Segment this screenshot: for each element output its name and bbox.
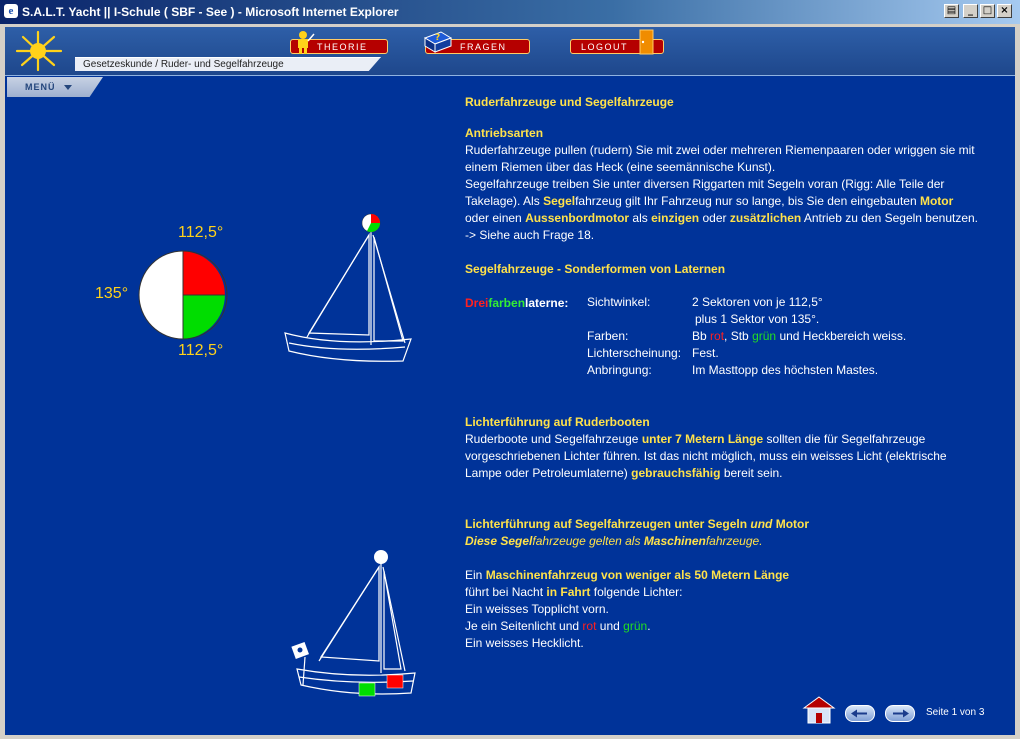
motor-line-5: Ein weisses Hecklicht. — [465, 636, 584, 650]
close-button[interactable]: × — [997, 4, 1012, 18]
menu-label: MENÜ — [25, 82, 56, 92]
motor-heading: Lichterführung auf Segelfahrzeugen unter… — [465, 517, 810, 531]
antrieb-line-3: Segelfahrzeuge treiben Sie unter diverse… — [465, 177, 945, 191]
lichterscheinung-value: Fest. — [692, 346, 719, 360]
sichtwinkel-value-1: 2 Sektoren von je 112,5° — [692, 295, 823, 309]
next-page-button[interactable] — [885, 705, 915, 722]
angle-label-bottom: 112,5° — [178, 342, 224, 359]
antrieb-line-2: einem Riemen über das Heck (eine seemänn… — [465, 160, 776, 174]
sector-light-diagram — [138, 250, 228, 340]
minimize-button[interactable]: _ — [963, 4, 978, 18]
door-exit-icon — [639, 29, 654, 55]
ruder-line-1: Ruderboote und Segelfahrzeuge unter 7 Me… — [465, 432, 926, 446]
antrieb-line-6: -> Siehe auch Frage 18. — [465, 228, 595, 242]
antrieb-line-5: oder einen Aussenbordmotor als einzigen … — [465, 211, 979, 225]
motor-subheading: Diese Segelfahrzeuge gelten als Maschine… — [465, 534, 763, 548]
motorsailer-illustration — [291, 550, 416, 697]
motor-line-4: Je ein Seitenlicht und rot und grün. — [465, 619, 651, 633]
top-navigation: THEORIE FRAGEN ? LOGOUT Gesetzeskunde / … — [5, 27, 1015, 76]
motor-line-1: Ein Maschinenfahrzeug von weniger als 50… — [465, 568, 790, 582]
svg-text:?: ? — [435, 33, 440, 43]
antrieb-line-4: Takelage). Als Segelfahrzeug gilt Ihr Fa… — [465, 194, 954, 208]
sichtwinkel-label: Sichtwinkel: — [587, 295, 651, 309]
sichtwinkel-value-2: plus 1 Sektor von 135°. — [695, 312, 820, 326]
breadcrumb: Gesetzeskunde / Ruder- und Segelfahrzeug… — [75, 57, 381, 71]
teacher-figure-icon — [298, 31, 315, 54]
home-icon[interactable] — [800, 694, 838, 726]
arrow-right-icon — [893, 709, 909, 718]
antriebsarten-heading: Antriebsarten — [465, 126, 544, 140]
question-book-icon: ? — [423, 31, 453, 53]
maximize-button[interactable]: □ — [980, 4, 995, 18]
motor-line-2: führt bei Nacht in Fahrt folgende Lichte… — [465, 585, 683, 599]
sun-logo-icon[interactable] — [11, 29, 65, 73]
ruder-line-2: vorgeschriebenen Lichter führen. Ist das… — [465, 449, 947, 463]
chevron-down-icon — [63, 85, 72, 91]
lichterscheinung-label: Lichterscheinung: — [587, 346, 682, 360]
laternen-heading: Segelfahrzeuge - Sonderformen von Latern… — [465, 262, 726, 276]
sailboat-tricolor-illustration — [284, 213, 412, 362]
page-indicator: Seite 1 von 3 — [926, 707, 985, 718]
angle-label-left: 135° — [95, 285, 129, 302]
dreifarbenlaterne-label: Dreifarbenlaterne: — [465, 296, 569, 310]
anbringung-label: Anbringung: — [587, 363, 652, 377]
previous-page-button[interactable] — [845, 705, 875, 722]
theorie-label: THEORIE — [317, 42, 368, 52]
farben-value: Bb rot, Stb grün und Heckbereich weiss. — [692, 329, 907, 343]
window-title: S.A.L.T. Yacht || I-Schule ( SBF - See )… — [22, 5, 399, 19]
print-icon[interactable]: ▤ — [944, 4, 959, 18]
ruder-line-3: Lampe oder Petroleumlaterne) gebrauchsfä… — [465, 466, 783, 480]
fragen-label: FRAGEN — [460, 42, 507, 52]
antrieb-line-1: Ruderfahrzeuge pullen (rudern) Sie mit z… — [465, 143, 975, 157]
ruderbooten-heading: Lichterführung auf Ruderbooten — [465, 415, 650, 429]
page-content: THEORIE FRAGEN ? LOGOUT Gesetzeskunde / … — [5, 27, 1015, 735]
logout-label: LOGOUT — [581, 42, 629, 52]
farben-label: Farben: — [587, 329, 629, 343]
ie-logo-icon: e — [4, 4, 18, 18]
page-title: Ruderfahrzeuge und Segelfahrzeuge — [465, 95, 674, 109]
motor-line-3: Ein weisses Topplicht vorn. — [465, 602, 609, 616]
angle-label-top: 112,5° — [178, 224, 224, 241]
arrow-left-icon — [851, 709, 867, 718]
window-titlebar: e S.A.L.T. Yacht || I-Schule ( SBF - See… — [0, 0, 1020, 24]
menu-button[interactable]: MENÜ — [7, 77, 103, 97]
anbringung-value: Im Masttopp des höchsten Mastes. — [692, 363, 879, 377]
